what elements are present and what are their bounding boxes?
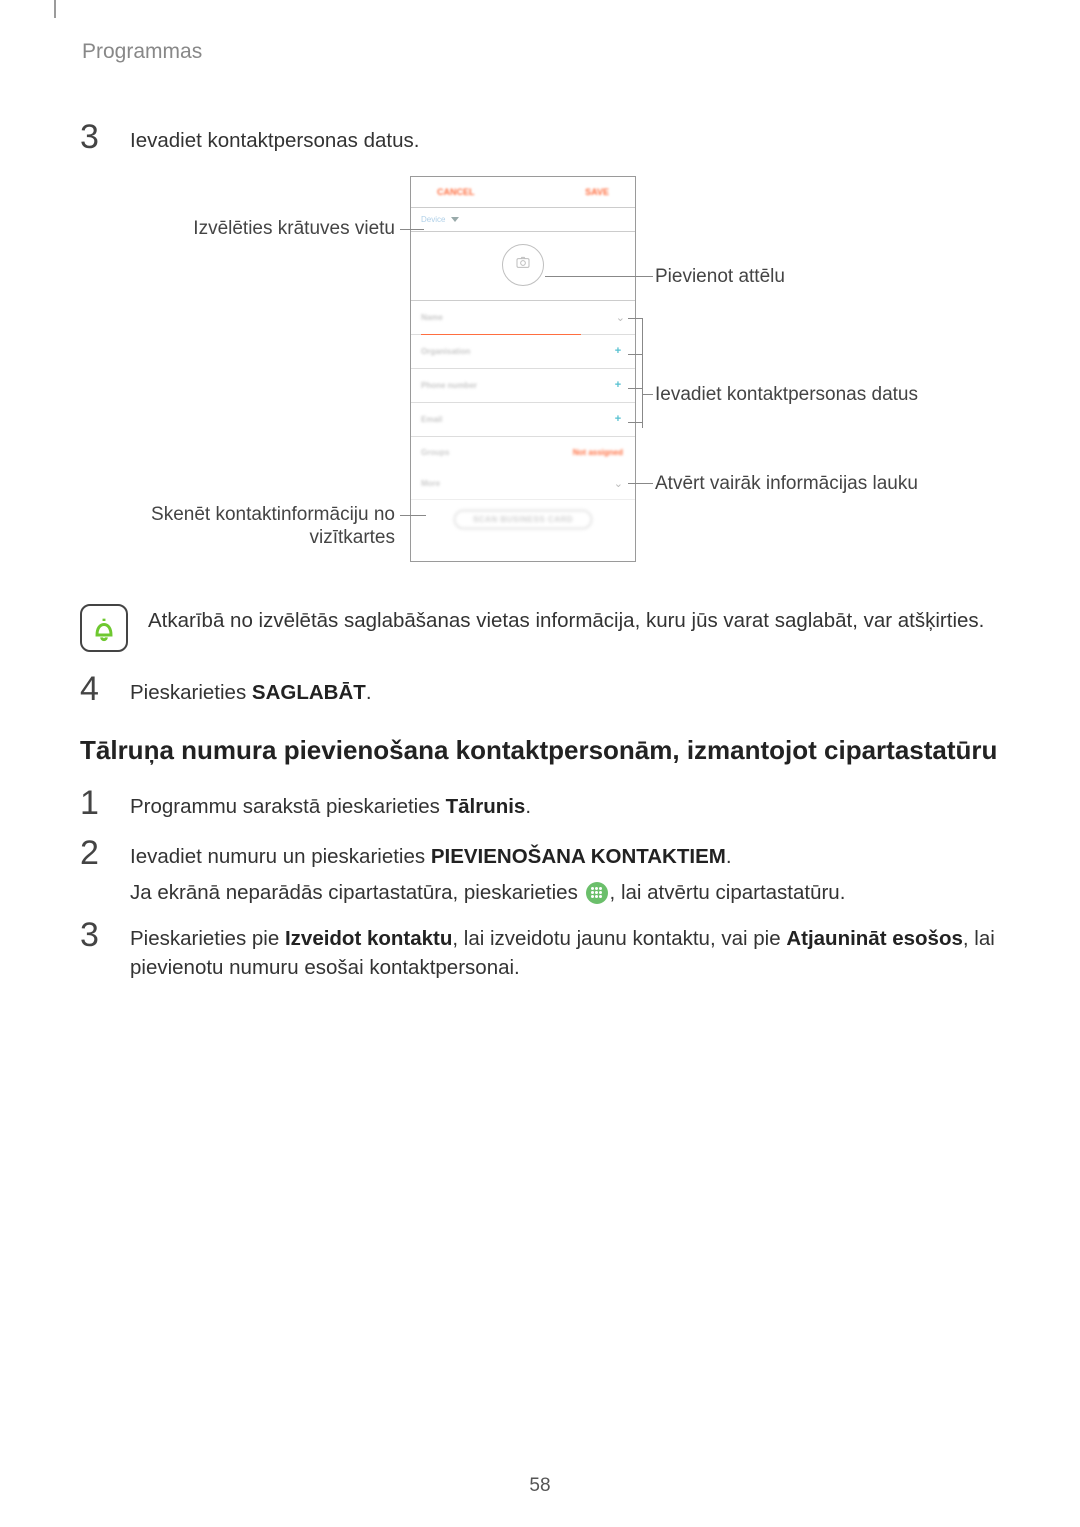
step-number: 3 bbox=[80, 120, 130, 154]
b-step-3: 3 Pieskarieties pie Izveidot kontaktu, l… bbox=[80, 922, 1000, 983]
name-field[interactable]: Name ⌄ bbox=[411, 301, 635, 335]
phone-mockup-wrap: CANCEL SAVE Device bbox=[80, 176, 1000, 576]
scan-business-card-button[interactable]: SCAN BUSINESS CARD bbox=[454, 510, 592, 529]
bold: Izveidot kontaktu bbox=[285, 927, 452, 950]
chevron-down-icon: ⌄ bbox=[616, 311, 625, 324]
leader-line bbox=[628, 388, 642, 389]
more-row[interactable]: More ⌄ bbox=[411, 469, 635, 499]
step-number: 4 bbox=[80, 672, 130, 706]
text: Ievadiet numuru un pieskarieties bbox=[130, 845, 431, 868]
organisation-field[interactable]: Organisation + bbox=[411, 335, 635, 369]
field-label: Phone number bbox=[421, 381, 477, 390]
text: , lai atvērtu cipartastatūru. bbox=[610, 881, 846, 904]
page-number: 58 bbox=[0, 1475, 1080, 1497]
note-icon-box bbox=[80, 604, 128, 652]
page-header: Programmas bbox=[80, 40, 1000, 64]
b-step-1: 1 Programmu sarakstā pieskarieties Tālru… bbox=[80, 790, 1000, 822]
text: Pieskarieties pie bbox=[130, 927, 285, 950]
step-text: Ievadiet kontaktpersonas datus. bbox=[130, 124, 419, 156]
text: Pieskarieties bbox=[130, 681, 252, 704]
email-field[interactable]: Email + bbox=[411, 403, 635, 437]
plus-icon[interactable]: + bbox=[611, 344, 625, 358]
callout-line: Skenēt kontaktinformāciju no bbox=[151, 504, 395, 525]
section-heading: Tālruņa numura pievienošana kontaktperso… bbox=[80, 735, 1000, 766]
leader-line bbox=[400, 229, 424, 230]
phone-mockup: CANCEL SAVE Device bbox=[410, 176, 636, 562]
plus-icon[interactable]: + bbox=[611, 412, 625, 426]
step-number: 2 bbox=[80, 836, 130, 870]
chevron-down-icon: ⌄ bbox=[614, 477, 623, 490]
bell-icon bbox=[90, 614, 118, 642]
leader-line bbox=[628, 318, 642, 319]
step-text: Pieskarieties SAGLABĀT. bbox=[130, 676, 372, 708]
callout-storage: Izvēlēties krātuves vietu bbox=[115, 218, 395, 241]
text: , lai izveidotu jaunu kontaktu, vai pie bbox=[452, 927, 786, 950]
callout-line: vizītkartes bbox=[309, 527, 395, 548]
storage-label: Device bbox=[421, 215, 445, 224]
cancel-button[interactable]: CANCEL bbox=[437, 187, 475, 197]
plus-icon[interactable]: + bbox=[611, 378, 625, 392]
step-number: 3 bbox=[80, 918, 130, 952]
step-text: Pieskarieties pie Izveidot kontaktu, lai… bbox=[130, 922, 1000, 983]
leader-line bbox=[400, 515, 426, 516]
storage-selector[interactable]: Device bbox=[411, 208, 635, 231]
bold: SAGLABĀT bbox=[252, 681, 366, 704]
note-text: Atkarībā no izvēlētās saglabāšanas vieta… bbox=[148, 604, 984, 636]
phone-top-bar: CANCEL SAVE bbox=[411, 177, 635, 207]
field-label: Name bbox=[421, 313, 443, 322]
save-button[interactable]: SAVE bbox=[585, 187, 609, 197]
keypad-icon bbox=[586, 882, 608, 904]
phone-field[interactable]: Phone number + bbox=[411, 369, 635, 403]
leader-line bbox=[642, 318, 643, 428]
tab-edge bbox=[54, 0, 56, 18]
field-label: Email bbox=[421, 415, 442, 424]
leader-line bbox=[545, 276, 653, 277]
bold: PIEVIENOŠANA KONTAKTIEM bbox=[431, 845, 726, 868]
callout-enter-data: Ievadiet kontaktpersonas datus bbox=[655, 384, 918, 407]
callout-scan: Skenēt kontaktinformāciju no vizītkartes bbox=[115, 504, 395, 550]
step-4: 4 Pieskarieties SAGLABĀT. bbox=[80, 676, 1000, 708]
add-photo-button[interactable] bbox=[502, 244, 544, 286]
callout-more-fields: Atvērt vairāk informācijas lauku bbox=[655, 473, 918, 496]
leader-line bbox=[642, 394, 653, 395]
leader-line bbox=[628, 422, 642, 423]
step-text: Ievadiet numuru un pieskarieties PIEVIEN… bbox=[130, 840, 845, 907]
leader-line bbox=[628, 483, 653, 484]
field-label: Organisation bbox=[421, 347, 470, 356]
step-text: Programmu sarakstā pieskarieties Tālruni… bbox=[130, 790, 531, 822]
groups-field[interactable]: Groups Not assigned bbox=[411, 437, 635, 469]
bold: Atjaunināt esošos bbox=[786, 927, 963, 950]
callout-add-image: Pievienot attēlu bbox=[655, 266, 785, 289]
note: Atkarībā no izvēlētās saglabāšanas vieta… bbox=[80, 604, 1000, 652]
field-label: Groups bbox=[421, 448, 449, 457]
field-value: Not assigned bbox=[573, 448, 623, 457]
leader-line bbox=[628, 354, 642, 355]
step-number: 1 bbox=[80, 786, 130, 820]
step-3: 3 Ievadiet kontaktpersonas datus. bbox=[80, 124, 1000, 156]
scan-row: SCAN BUSINESS CARD bbox=[411, 499, 635, 539]
text: Ja ekrānā neparādās cipartastatūra, pies… bbox=[130, 881, 584, 904]
camera-icon bbox=[515, 254, 531, 275]
avatar-zone bbox=[411, 232, 635, 300]
bold: Tālrunis bbox=[446, 795, 526, 818]
field-label: More bbox=[421, 479, 440, 488]
chevron-down-icon bbox=[451, 217, 459, 222]
b-step-2: 2 Ievadiet numuru un pieskarieties PIEVI… bbox=[80, 840, 1000, 907]
text: Programmu sarakstā pieskarieties bbox=[130, 795, 446, 818]
